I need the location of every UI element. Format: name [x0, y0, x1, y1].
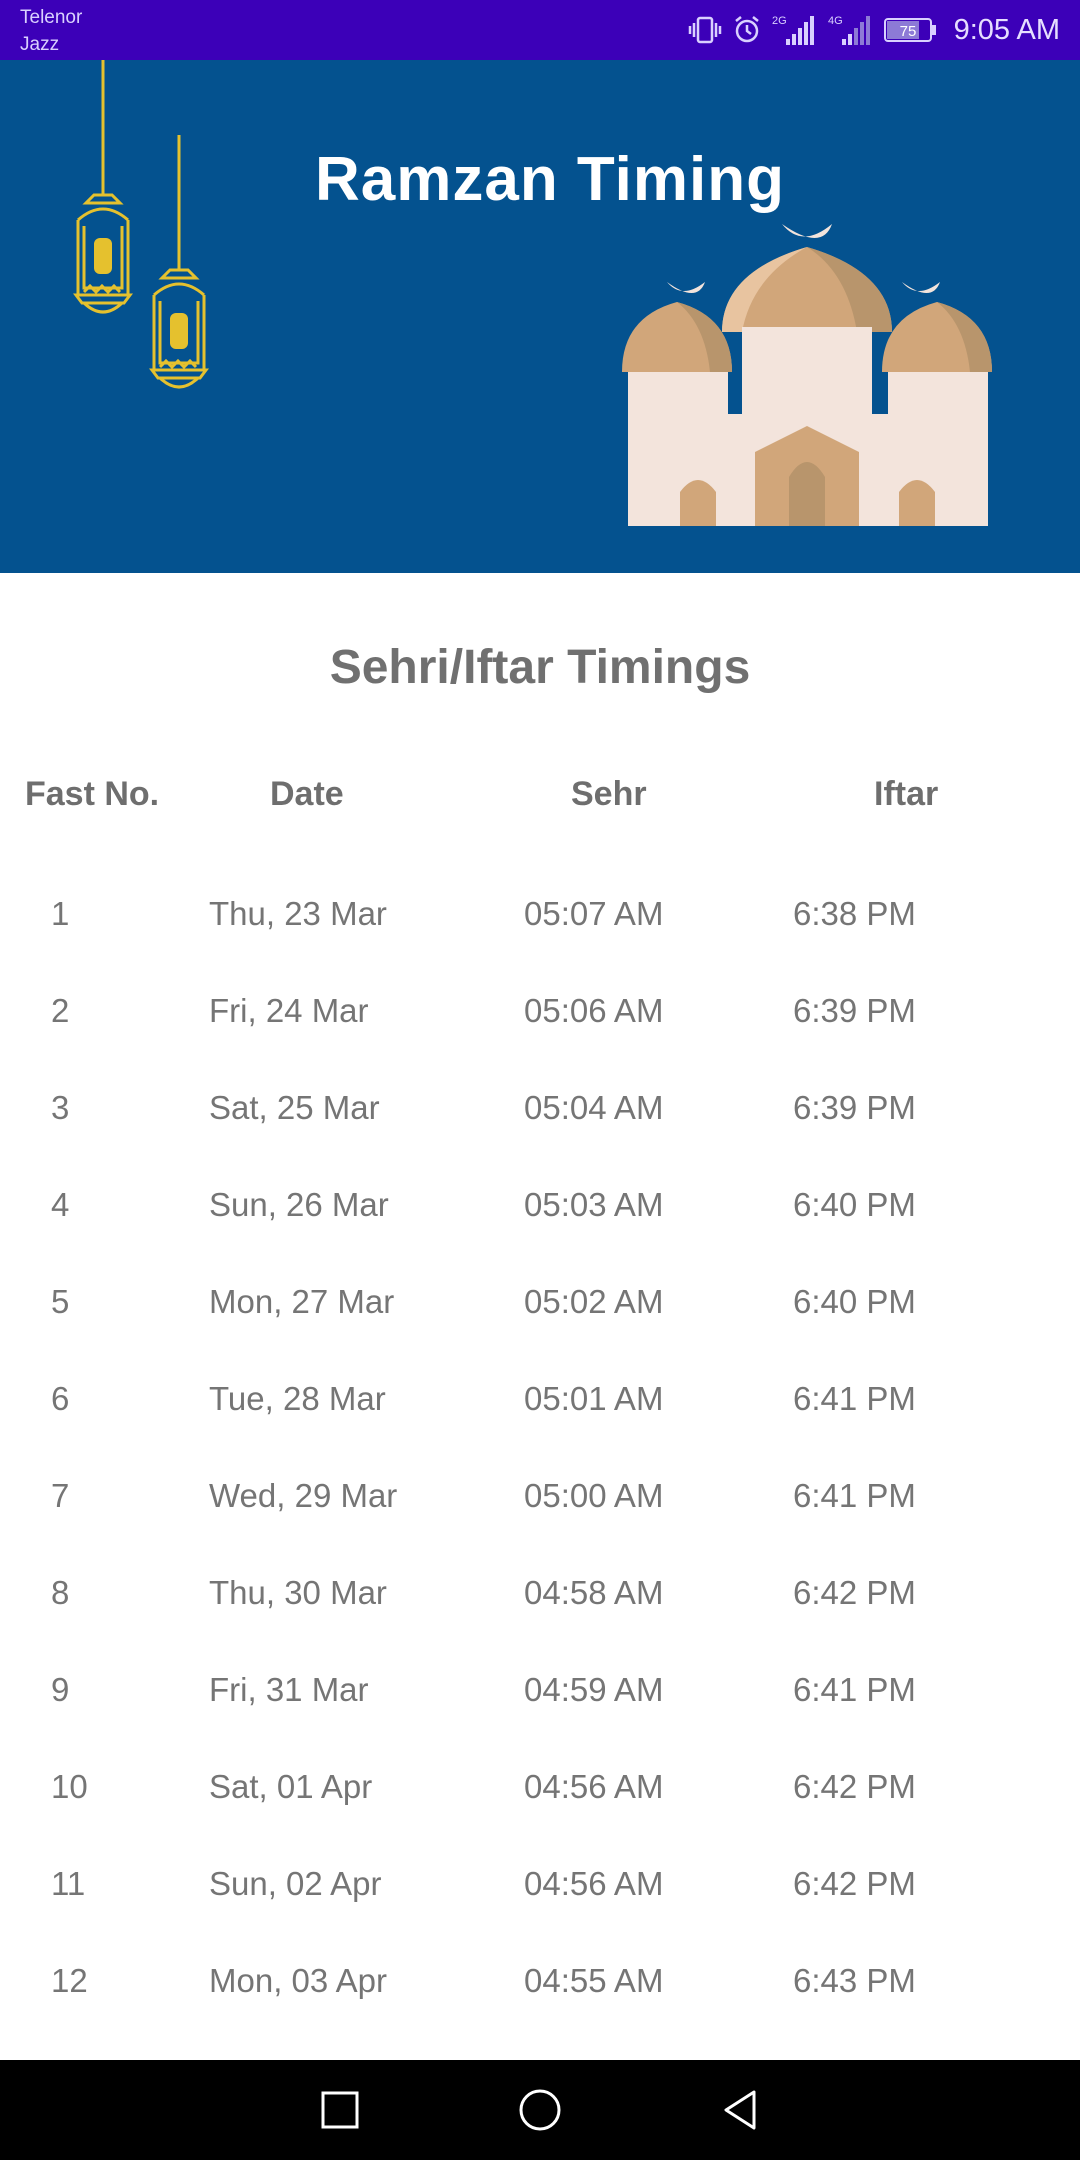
iftar-time: 6:43 PM [793, 1962, 916, 1999]
back-button[interactable] [690, 2060, 790, 2160]
iftar-time: 6:41 PM [793, 1477, 916, 1514]
lantern-icon [73, 60, 209, 389]
sehr-time: 04:58 AM [524, 1574, 664, 1611]
iftar-time: 6:40 PM [793, 1186, 916, 1223]
carrier-names: Telenor Jazz [20, 4, 82, 58]
vibrate-icon [688, 15, 722, 45]
header-banner: Ramzan Timing [0, 60, 1080, 573]
fast-date: Sun, 02 Apr [209, 1865, 382, 1902]
fast-date: Sat, 25 Mar [209, 1089, 380, 1126]
table-row: 5 Mon, 27 Mar 05:02 AM 6:40 PM [0, 1272, 1080, 1332]
sehr-time: 05:04 AM [524, 1089, 664, 1126]
fast-date: Mon, 27 Mar [209, 1283, 395, 1320]
fast-number: 11 [51, 1865, 86, 1902]
fast-number: 5 [51, 1283, 70, 1320]
battery-icon: 75 [883, 16, 938, 44]
table-row: 10 Sat, 01 Apr 04:56 AM 6:42 PM [0, 1757, 1080, 1817]
sehr-time: 05:00 AM [524, 1477, 664, 1514]
table-row: 7 Wed, 29 Mar 05:00 AM 6:41 PM [0, 1466, 1080, 1526]
recents-button[interactable] [290, 2060, 390, 2160]
table-row: 11 Sun, 02 Apr 04:56 AM 6:42 PM [0, 1854, 1080, 1914]
table-row: 3 Sat, 25 Mar 05:04 AM 6:39 PM [0, 1078, 1080, 1138]
fast-number: 9 [51, 1671, 70, 1708]
iftar-time: 6:41 PM [793, 1380, 916, 1417]
mosque-icon [622, 224, 992, 526]
sehr-time: 04:59 AM [524, 1671, 664, 1708]
table-row: 6 Tue, 28 Mar 05:01 AM 6:41 PM [0, 1369, 1080, 1429]
fast-date: Sat, 01 Apr [209, 1768, 373, 1805]
home-icon [519, 2089, 561, 2131]
battery-level: 75 [899, 23, 916, 40]
recents-icon [321, 2091, 359, 2129]
clock: 9:05 AM [953, 13, 1060, 46]
network-2-label: 4G [828, 15, 843, 27]
back-icon [724, 2090, 756, 2130]
table-row: 12 Mon, 03 Apr 04:55 AM 6:43 PM [0, 1951, 1080, 2011]
sehr-time: 05:03 AM [524, 1186, 664, 1223]
table-row: 9 Fri, 31 Mar 04:59 AM 6:41 PM [0, 1660, 1080, 1720]
iftar-time: 6:40 PM [793, 1283, 916, 1320]
iftar-time: 6:42 PM [793, 1574, 916, 1611]
iftar-time: 6:38 PM [793, 895, 916, 932]
column-header-date: Date [270, 775, 344, 813]
table-row: 1 Thu, 23 Mar 05:07 AM 6:38 PM [0, 884, 1080, 944]
fast-number: 7 [51, 1477, 70, 1514]
fast-date: Thu, 23 Mar [209, 895, 387, 932]
signal-4g-icon: 4G [828, 13, 874, 47]
fast-date: Mon, 03 Apr [209, 1962, 387, 1999]
sehr-time: 04:56 AM [524, 1768, 664, 1805]
iftar-time: 6:41 PM [793, 1671, 916, 1708]
fast-date: Fri, 31 Mar [209, 1671, 369, 1708]
network-1-label: 2G [772, 15, 787, 27]
iftar-time: 6:39 PM [793, 1089, 916, 1126]
navigation-bar [0, 2060, 1080, 2160]
table-row: 4 Sun, 26 Mar 05:03 AM 6:40 PM [0, 1175, 1080, 1235]
table-header: Fast No. Date Sehr Iftar [0, 764, 1080, 824]
fast-number: 8 [51, 1574, 70, 1611]
fast-date: Thu, 30 Mar [209, 1574, 387, 1611]
fast-date: Wed, 29 Mar [209, 1477, 398, 1514]
column-header-iftar: Iftar [874, 775, 939, 813]
carrier-line-2: Jazz [20, 34, 60, 55]
sehr-time: 05:01 AM [524, 1380, 664, 1417]
carrier-line-1: Telenor [20, 7, 83, 28]
iftar-time: 6:42 PM [793, 1768, 916, 1805]
table-row: 2 Fri, 24 Mar 05:06 AM 6:39 PM [0, 981, 1080, 1041]
fast-number: 10 [51, 1768, 88, 1805]
table-row: 8 Thu, 30 Mar 04:58 AM 6:42 PM [0, 1563, 1080, 1623]
sehr-time: 05:06 AM [524, 992, 664, 1029]
fast-date: Sun, 26 Mar [209, 1186, 389, 1223]
fast-number: 1 [51, 895, 70, 932]
fast-number: 2 [51, 992, 70, 1029]
iftar-time: 6:39 PM [793, 992, 916, 1029]
signal-2g-icon: 2G [772, 13, 818, 47]
section-title: Sehri/Iftar Timings [329, 641, 751, 694]
iftar-time: 6:42 PM [793, 1865, 916, 1902]
sehr-time: 04:56 AM [524, 1865, 664, 1902]
fast-number: 4 [51, 1186, 70, 1223]
sehr-time: 04:55 AM [524, 1962, 664, 1999]
fast-date: Fri, 24 Mar [209, 992, 369, 1029]
status-icons: 2G 4G 75 9:05 AM [688, 0, 1060, 60]
home-button[interactable] [490, 2060, 590, 2160]
fast-number: 3 [51, 1089, 70, 1126]
status-bar: Telenor Jazz 2G 4G 75 9:05 AM [0, 0, 1080, 60]
alarm-icon [732, 15, 762, 45]
column-header-sehr: Sehr [571, 775, 647, 813]
sehr-time: 05:07 AM [524, 895, 664, 932]
column-header-fast-no: Fast No. [25, 775, 160, 813]
sehr-time: 05:02 AM [524, 1283, 664, 1320]
fast-number: 6 [51, 1380, 70, 1417]
fast-date: Tue, 28 Mar [209, 1380, 386, 1417]
fast-number: 12 [51, 1962, 88, 1999]
